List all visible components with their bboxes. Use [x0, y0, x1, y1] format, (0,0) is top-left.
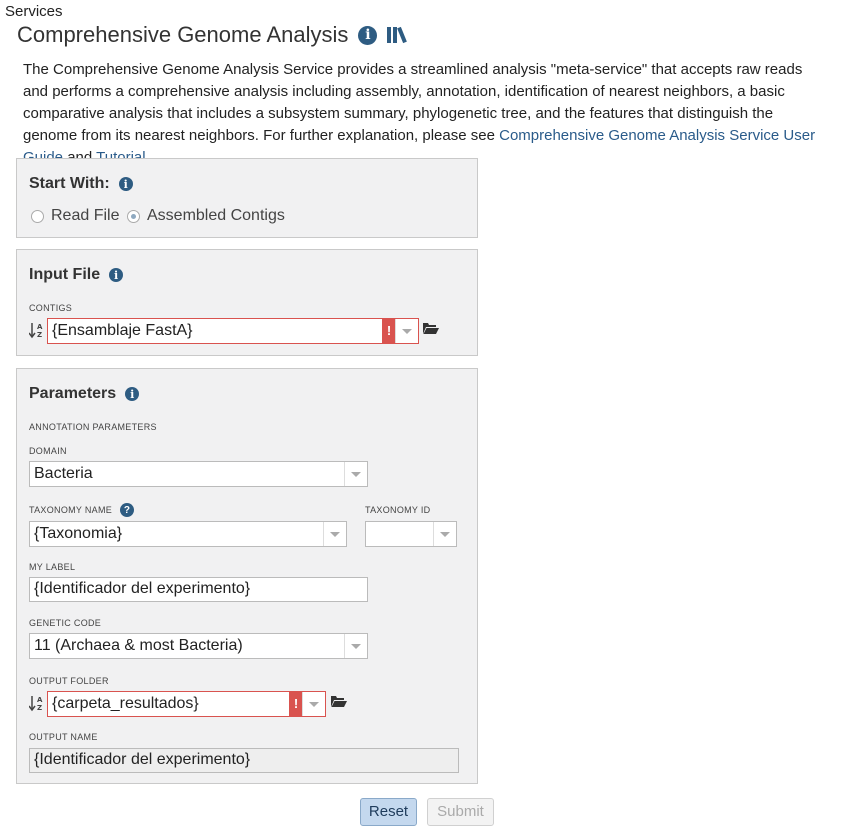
- radio-button[interactable]: [31, 209, 44, 223]
- input-file-panel: Input File i CONTIGS AZ {Ensamblaje Fast…: [16, 249, 478, 356]
- chevron-down-icon[interactable]: [302, 692, 325, 716]
- input-file-heading: Input File i: [29, 266, 124, 284]
- output-folder-label: OUTPUT FOLDER: [29, 676, 109, 686]
- radio-button-selected[interactable]: [127, 209, 140, 223]
- domain-label: DOMAIN: [29, 446, 67, 456]
- taxonomy-name-label: TAXONOMY NAME ?: [29, 503, 135, 517]
- genetic-code-select[interactable]: 11 (Archaea & most Bacteria): [29, 633, 368, 659]
- info-icon[interactable]: i: [109, 268, 124, 282]
- info-icon[interactable]: i: [358, 25, 378, 45]
- chevron-down-icon[interactable]: [323, 522, 346, 546]
- parameters-panel: Parameters i ANNOTATION PARAMETERS DOMAI…: [16, 368, 478, 784]
- start-with-heading: Start With: i: [29, 175, 133, 193]
- taxonomy-id-select[interactable]: [365, 521, 457, 547]
- sort-az-icon[interactable]: AZ: [28, 694, 43, 714]
- warning-icon: !: [382, 319, 396, 343]
- output-folder-select[interactable]: {carpeta_resultados} !: [47, 691, 326, 717]
- domain-select[interactable]: Bacteria: [29, 461, 368, 487]
- chevron-down-icon[interactable]: [344, 462, 367, 486]
- svg-text:A: A: [37, 696, 43, 704]
- folder-open-icon[interactable]: [331, 695, 347, 707]
- annotation-parameters-label: ANNOTATION PARAMETERS: [29, 422, 157, 432]
- parameters-heading: Parameters i: [29, 385, 140, 403]
- my-label-input[interactable]: {Identificador del experimento}: [29, 577, 368, 602]
- chevron-down-icon[interactable]: [395, 319, 418, 343]
- output-name-label: OUTPUT NAME: [29, 732, 98, 742]
- service-description: The Comprehensive Genome Analysis Servic…: [23, 59, 823, 169]
- info-icon[interactable]: i: [125, 387, 140, 401]
- genetic-code-label: GENETIC CODE: [29, 618, 102, 628]
- radio-read-file[interactable]: Read File: [31, 207, 119, 225]
- folder-open-icon[interactable]: [423, 322, 439, 334]
- start-with-panel: Start With: i Read File Assembled Contig…: [16, 158, 478, 238]
- breadcrumb[interactable]: Services: [5, 3, 63, 20]
- help-icon[interactable]: ?: [120, 503, 135, 517]
- radio-assembled-contigs[interactable]: Assembled Contigs: [127, 207, 285, 225]
- info-icon[interactable]: i: [118, 177, 133, 191]
- svg-text:Z: Z: [37, 704, 42, 712]
- submit-button[interactable]: Submit: [427, 798, 494, 826]
- reset-button[interactable]: Reset: [360, 798, 417, 826]
- my-label-label: MY LABEL: [29, 562, 76, 572]
- chevron-down-icon[interactable]: [433, 522, 456, 546]
- chevron-down-icon[interactable]: [344, 634, 367, 658]
- contigs-label: CONTIGS: [29, 303, 73, 313]
- svg-text:Z: Z: [37, 331, 42, 339]
- taxonomy-name-select[interactable]: {Taxonomia}: [29, 521, 347, 547]
- library-icon[interactable]: [387, 26, 411, 44]
- page-title: Comprehensive Genome Analysis: [17, 22, 349, 47]
- warning-icon: !: [289, 692, 303, 716]
- taxonomy-id-label: TAXONOMY ID: [365, 505, 431, 515]
- svg-text:A: A: [37, 323, 43, 331]
- contigs-select[interactable]: {Ensamblaje FastA} !: [47, 318, 419, 344]
- sort-az-icon[interactable]: AZ: [28, 321, 43, 341]
- output-name-input: {Identificador del experimento}: [29, 748, 459, 773]
- page-header: Comprehensive Genome Analysis i: [17, 22, 411, 48]
